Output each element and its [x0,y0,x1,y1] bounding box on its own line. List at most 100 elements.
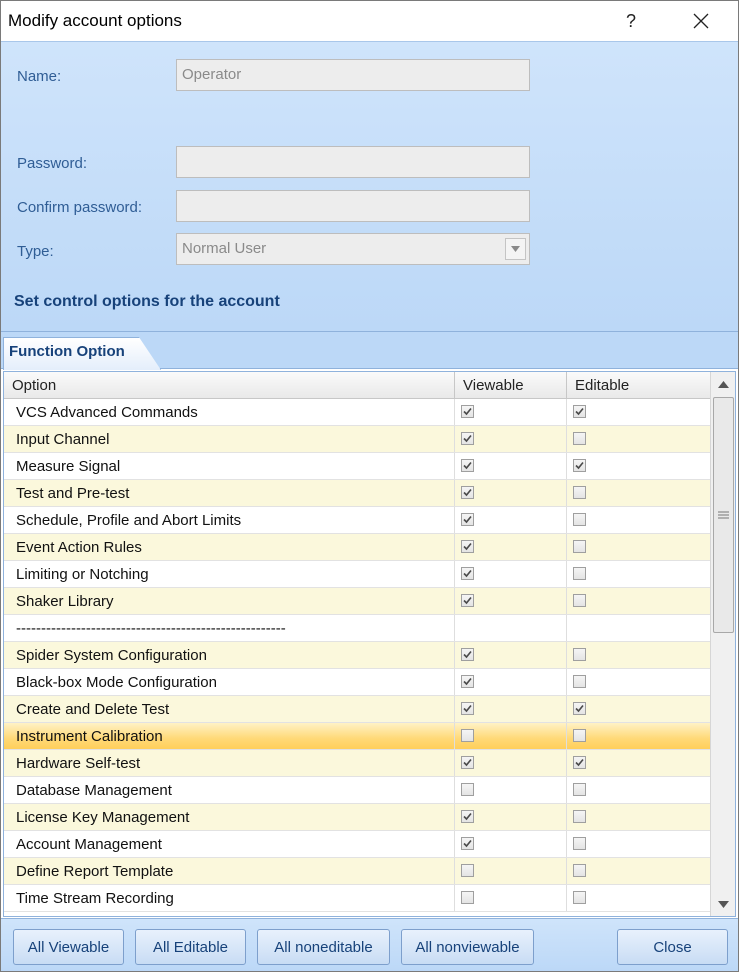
viewable-checkbox[interactable] [461,540,474,553]
editable-cell [567,696,710,722]
editable-cell [567,885,710,911]
table-row[interactable]: Account Management [4,831,710,858]
option-cell: Input Channel [4,426,455,452]
viewable-cell [455,723,567,749]
column-header-editable[interactable]: Editable [567,372,710,399]
editable-checkbox[interactable] [573,459,586,472]
arrow-up-icon [718,380,729,388]
column-header-viewable[interactable]: Viewable [455,372,567,399]
editable-checkbox[interactable] [573,864,586,877]
password-field[interactable] [176,146,530,178]
viewable-checkbox[interactable] [461,486,474,499]
editable-checkbox[interactable] [573,729,586,742]
viewable-checkbox[interactable] [461,459,474,472]
arrow-down-icon [718,900,729,908]
table-row[interactable]: VCS Advanced Commands [4,399,710,426]
all-noneditable-button[interactable]: All noneditable [257,929,390,965]
type-dropdown-button[interactable] [505,238,526,260]
table-row[interactable]: Limiting or Notching [4,561,710,588]
editable-checkbox[interactable] [573,405,586,418]
check-icon [463,569,472,578]
all-nonviewable-button[interactable]: All nonviewable [401,929,534,965]
editable-checkbox[interactable] [573,810,586,823]
editable-cell [567,642,710,668]
editable-checkbox[interactable] [573,837,586,850]
table-row[interactable]: Black-box Mode Configuration [4,669,710,696]
check-icon [575,407,584,416]
viewable-checkbox[interactable] [461,864,474,877]
viewable-checkbox[interactable] [461,405,474,418]
tab-function-option[interactable]: Function Option [3,337,161,370]
editable-checkbox[interactable] [573,486,586,499]
viewable-checkbox[interactable] [461,648,474,661]
check-icon [575,758,584,767]
check-icon [463,839,472,848]
viewable-checkbox[interactable] [461,513,474,526]
scroll-down-button[interactable] [711,892,736,916]
table-row[interactable]: Schedule, Profile and Abort Limits [4,507,710,534]
viewable-checkbox[interactable] [461,783,474,796]
editable-checkbox[interactable] [573,891,586,904]
editable-checkbox[interactable] [573,567,586,580]
option-cell: Define Report Template [4,858,455,884]
viewable-cell [455,858,567,884]
table-row[interactable]: Input Channel [4,426,710,453]
grid-rows: VCS Advanced Commands Input Channel Measur… [4,399,710,912]
editable-checkbox[interactable] [573,432,586,445]
check-icon [463,677,472,686]
table-row[interactable]: Hardware Self-test [4,750,710,777]
vertical-scrollbar[interactable] [710,372,735,916]
close-button[interactable]: Close [617,929,728,965]
table-row[interactable]: License Key Management [4,804,710,831]
editable-checkbox[interactable] [573,540,586,553]
viewable-checkbox[interactable] [461,729,474,742]
viewable-checkbox[interactable] [461,594,474,607]
chevron-down-icon [511,246,520,252]
close-window-button[interactable] [678,1,724,41]
option-cell: Instrument Calibration [4,723,455,749]
viewable-checkbox[interactable] [461,837,474,850]
table-row[interactable]: Test and Pre-test [4,480,710,507]
editable-cell [567,615,710,641]
editable-checkbox[interactable] [573,513,586,526]
table-row[interactable]: Measure Signal [4,453,710,480]
table-row[interactable]: Time Stream Recording [4,885,710,912]
viewable-checkbox[interactable] [461,567,474,580]
editable-checkbox[interactable] [573,756,586,769]
viewable-cell [455,426,567,452]
scroll-up-button[interactable] [711,372,736,396]
table-row[interactable]: Create and Delete Test [4,696,710,723]
check-icon [463,515,472,524]
table-row[interactable]: Instrument Calibration [4,723,710,750]
table-row[interactable]: ----------------------------------------… [4,615,710,642]
name-field[interactable]: Operator [176,59,530,91]
viewable-cell [455,642,567,668]
all-editable-button[interactable]: All Editable [135,929,246,965]
table-row[interactable]: Spider System Configuration [4,642,710,669]
editable-checkbox[interactable] [573,594,586,607]
table-row[interactable]: Database Management [4,777,710,804]
viewable-checkbox[interactable] [461,702,474,715]
editable-checkbox[interactable] [573,783,586,796]
viewable-checkbox[interactable] [461,675,474,688]
column-header-option[interactable]: Option [4,372,455,399]
viewable-checkbox[interactable] [461,756,474,769]
confirm-password-field[interactable] [176,190,530,222]
option-cell: Time Stream Recording [4,885,455,911]
all-viewable-button[interactable]: All Viewable [13,929,124,965]
option-cell: Schedule, Profile and Abort Limits [4,507,455,533]
editable-cell [567,561,710,587]
table-row[interactable]: Event Action Rules [4,534,710,561]
viewable-checkbox[interactable] [461,432,474,445]
help-button[interactable]: ? [608,1,654,41]
table-row[interactable]: Shaker Library [4,588,710,615]
editable-checkbox[interactable] [573,648,586,661]
editable-checkbox[interactable] [573,675,586,688]
viewable-checkbox[interactable] [461,810,474,823]
scroll-thumb[interactable] [713,397,734,633]
type-select[interactable]: Normal User [176,233,530,265]
editable-checkbox[interactable] [573,702,586,715]
viewable-cell [455,831,567,857]
viewable-checkbox[interactable] [461,891,474,904]
table-row[interactable]: Define Report Template [4,858,710,885]
